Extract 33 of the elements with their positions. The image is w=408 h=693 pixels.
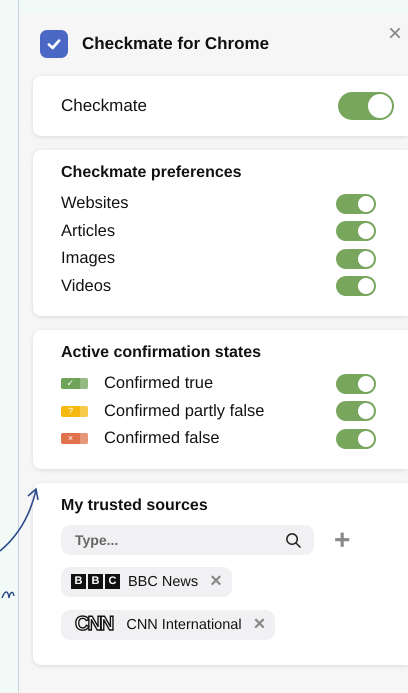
toggle-switch[interactable]: [338, 92, 394, 120]
section-title: My trusted sources: [61, 496, 209, 514]
toggle-switch[interactable]: [336, 248, 376, 269]
toggle-switch[interactable]: [336, 428, 376, 449]
status-tag: ?: [61, 406, 88, 417]
status-tag: ×: [61, 433, 88, 444]
state-label: Confirmed partly false: [104, 402, 266, 421]
remove-button[interactable]: ×: [254, 613, 266, 636]
preference-label: Websites: [61, 194, 130, 214]
source-name: BBC News: [128, 574, 198, 590]
preference-label: Videos: [61, 276, 112, 296]
search-icon: [285, 532, 302, 548]
toggle-switch[interactable]: [336, 401, 376, 422]
preference-label: Images: [61, 249, 116, 268]
toggle-switch[interactable]: [336, 374, 376, 394]
toggle-label: Checkmate: [61, 96, 147, 116]
toggle-switch[interactable]: [336, 221, 376, 242]
section-title: Checkmate preferences: [61, 164, 243, 182]
source-logo: B B C: [71, 574, 120, 589]
panel-title: Checkmate for Chrome: [82, 34, 270, 54]
search-field[interactable]: Type...: [61, 524, 314, 554]
toggle-switch[interactable]: [336, 276, 376, 296]
preference-label: Articles: [61, 222, 116, 241]
section-title: Active confirmation states: [61, 344, 262, 362]
state-label: Confirmed false: [104, 429, 221, 448]
remove-button[interactable]: ×: [210, 570, 222, 593]
add-button[interactable]: +: [334, 526, 350, 554]
toggle-switch[interactable]: [336, 194, 376, 214]
close-button[interactable]: ×: [382, 20, 408, 48]
source-logo: CNN: [75, 613, 112, 636]
source-name: CNN International: [126, 616, 242, 632]
status-tag: ✓: [61, 378, 88, 390]
state-label: Confirmed true: [104, 374, 214, 394]
